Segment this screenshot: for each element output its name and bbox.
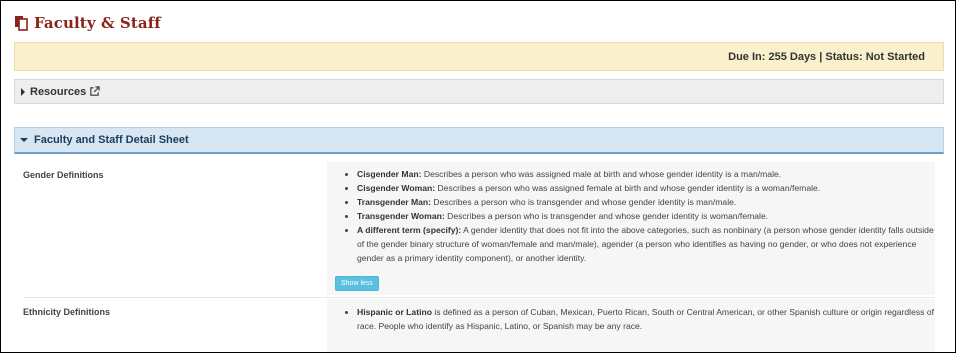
list-item: A different term (specify): A gender ide… xyxy=(357,223,935,265)
row-divider xyxy=(23,297,935,298)
list-item: Transgender Man: Describes a person who … xyxy=(357,195,935,209)
list-item: Hispanic or Latino is defined as a perso… xyxy=(357,305,935,333)
external-link-icon xyxy=(90,86,100,96)
resources-label: Resources xyxy=(30,85,87,98)
detail-sheet-section-header[interactable]: Faculty and Staff Detail Sheet xyxy=(14,127,944,154)
copy-document-icon xyxy=(15,16,28,31)
section-title: Faculty and Staff Detail Sheet xyxy=(34,134,189,146)
list-item: Transgender Woman: Describes a person wh… xyxy=(357,209,935,223)
status-bar: Due In: 255 Days | Status: Not Started xyxy=(14,42,944,71)
ethnicity-definitions-label: Ethnicity Definitions xyxy=(23,307,111,317)
due-status-text: Due In: 255 Days | Status: Not Started xyxy=(728,51,925,63)
page-frame: Faculty & Staff Due In: 255 Days | Statu… xyxy=(0,0,956,353)
list-item: Cisgender Man: Describes a person who wa… xyxy=(357,167,935,181)
ethnicity-definitions-panel: Hispanic or Latino is defined as a perso… xyxy=(327,299,935,352)
page-title: Faculty & Staff xyxy=(34,14,161,32)
resources-toggle[interactable]: Resources xyxy=(14,79,944,104)
gender-definitions-panel: Cisgender Man: Describes a person who wa… xyxy=(327,162,935,295)
show-less-button[interactable]: Show less xyxy=(335,276,379,291)
list-item: Cisgender Woman: Describes a person who … xyxy=(357,181,935,195)
caret-down-icon xyxy=(20,138,28,142)
caret-right-icon xyxy=(21,87,25,96)
page-header: Faculty & Staff xyxy=(14,11,161,35)
gender-definitions-list: Cisgender Man: Describes a person who wa… xyxy=(327,167,935,265)
ethnicity-definitions-list: Hispanic or Latino is defined as a perso… xyxy=(327,305,935,333)
gender-definitions-label: Gender Definitions xyxy=(23,170,104,180)
